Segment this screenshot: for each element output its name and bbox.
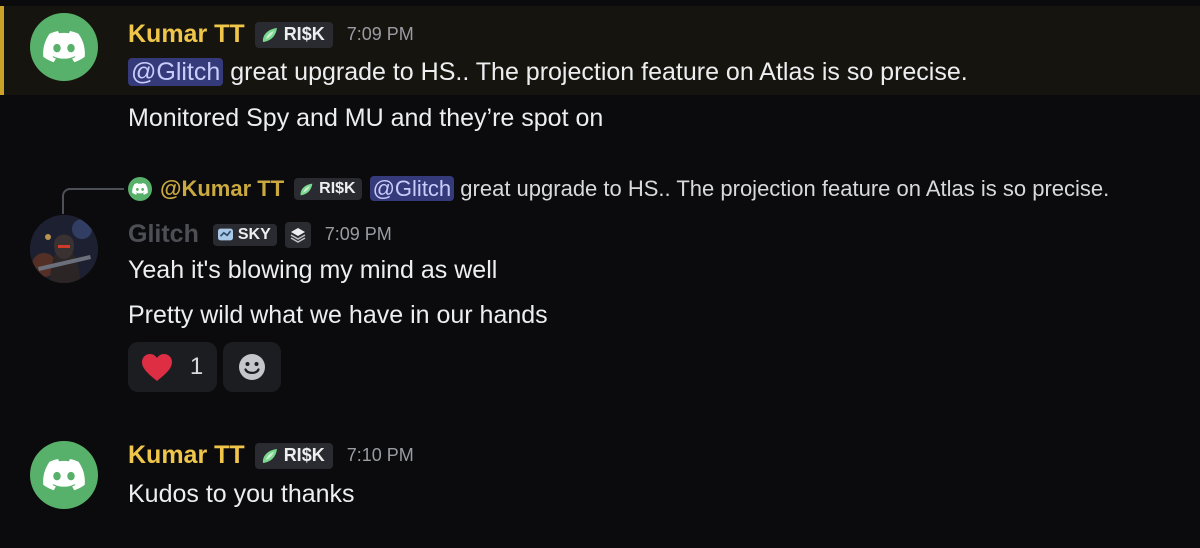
server-tag-icon[interactable] — [284, 221, 311, 248]
message-header: Kumar TT RI$K 7:09 PM — [128, 20, 414, 49]
role-label: RI$K — [283, 445, 325, 465]
avatar-image — [30, 215, 98, 283]
role-icon — [262, 27, 277, 42]
add-reaction-icon — [239, 354, 265, 380]
message-header: Glitch SKY 7:09 PM — [128, 220, 392, 249]
message-line: Monitored Spy and MU and they’re spot on — [128, 104, 604, 132]
reply-author[interactable]: @Kumar TT — [160, 176, 284, 202]
role-badge[interactable]: RI$K — [254, 442, 333, 469]
reply-connector — [62, 188, 124, 214]
role-icon — [217, 228, 233, 241]
avatar[interactable] — [30, 13, 98, 81]
role-icon — [262, 448, 277, 463]
reply-text: @Glitch great upgrade to HS.. The projec… — [369, 176, 1110, 202]
reply-avatar — [128, 177, 152, 201]
user-mention[interactable]: @Glitch — [128, 58, 224, 86]
role-label: RI$K — [283, 24, 325, 44]
timestamp[interactable]: 7:09 PM — [325, 224, 392, 245]
username[interactable]: Kumar TT — [128, 441, 245, 470]
message-line: Yeah it's blowing my mind as well — [128, 256, 498, 284]
message-text: @Glitch great upgrade to HS.. The projec… — [128, 58, 968, 87]
reaction-heart[interactable]: 1 — [128, 342, 217, 392]
add-reaction-button[interactable] — [223, 342, 281, 392]
mention-highlight-bar — [0, 6, 4, 95]
role-badge: RI$K — [294, 178, 362, 200]
heart-icon — [141, 353, 172, 381]
reply-body: great upgrade to HS.. The projection fea… — [460, 176, 1110, 201]
role-icon — [300, 183, 313, 195]
message-line: great upgrade to HS.. The projection fea… — [223, 58, 968, 86]
chat-channel: Kumar TT RI$K 7:09 PM @Glitch great upgr… — [0, 0, 1200, 548]
reaction-bar: 1 — [128, 342, 281, 392]
message-line: Kudos to you thanks — [128, 480, 355, 508]
timestamp[interactable]: 7:10 PM — [347, 445, 414, 466]
role-label: SKY — [237, 225, 271, 243]
avatar[interactable] — [30, 441, 98, 509]
discord-logo-icon — [132, 183, 148, 195]
user-mention[interactable]: @Glitch — [369, 176, 455, 201]
reply-preview[interactable]: @Kumar TT RI$K @Glitch great upgrade to … — [128, 176, 1109, 202]
role-badge[interactable]: RI$K — [254, 21, 333, 48]
role-label: RI$K — [319, 180, 356, 197]
message-line: Pretty wild what we have in our hands — [128, 301, 548, 329]
username[interactable]: Kumar TT — [128, 20, 245, 49]
discord-logo-icon — [43, 31, 85, 63]
role-badge[interactable]: SKY — [212, 223, 277, 246]
discord-logo-icon — [43, 459, 85, 491]
reaction-count: 1 — [189, 353, 204, 380]
avatar[interactable] — [30, 215, 98, 283]
username[interactable]: Glitch — [128, 220, 199, 249]
timestamp[interactable]: 7:09 PM — [347, 24, 414, 45]
message-header: Kumar TT RI$K 7:10 PM — [128, 441, 414, 470]
